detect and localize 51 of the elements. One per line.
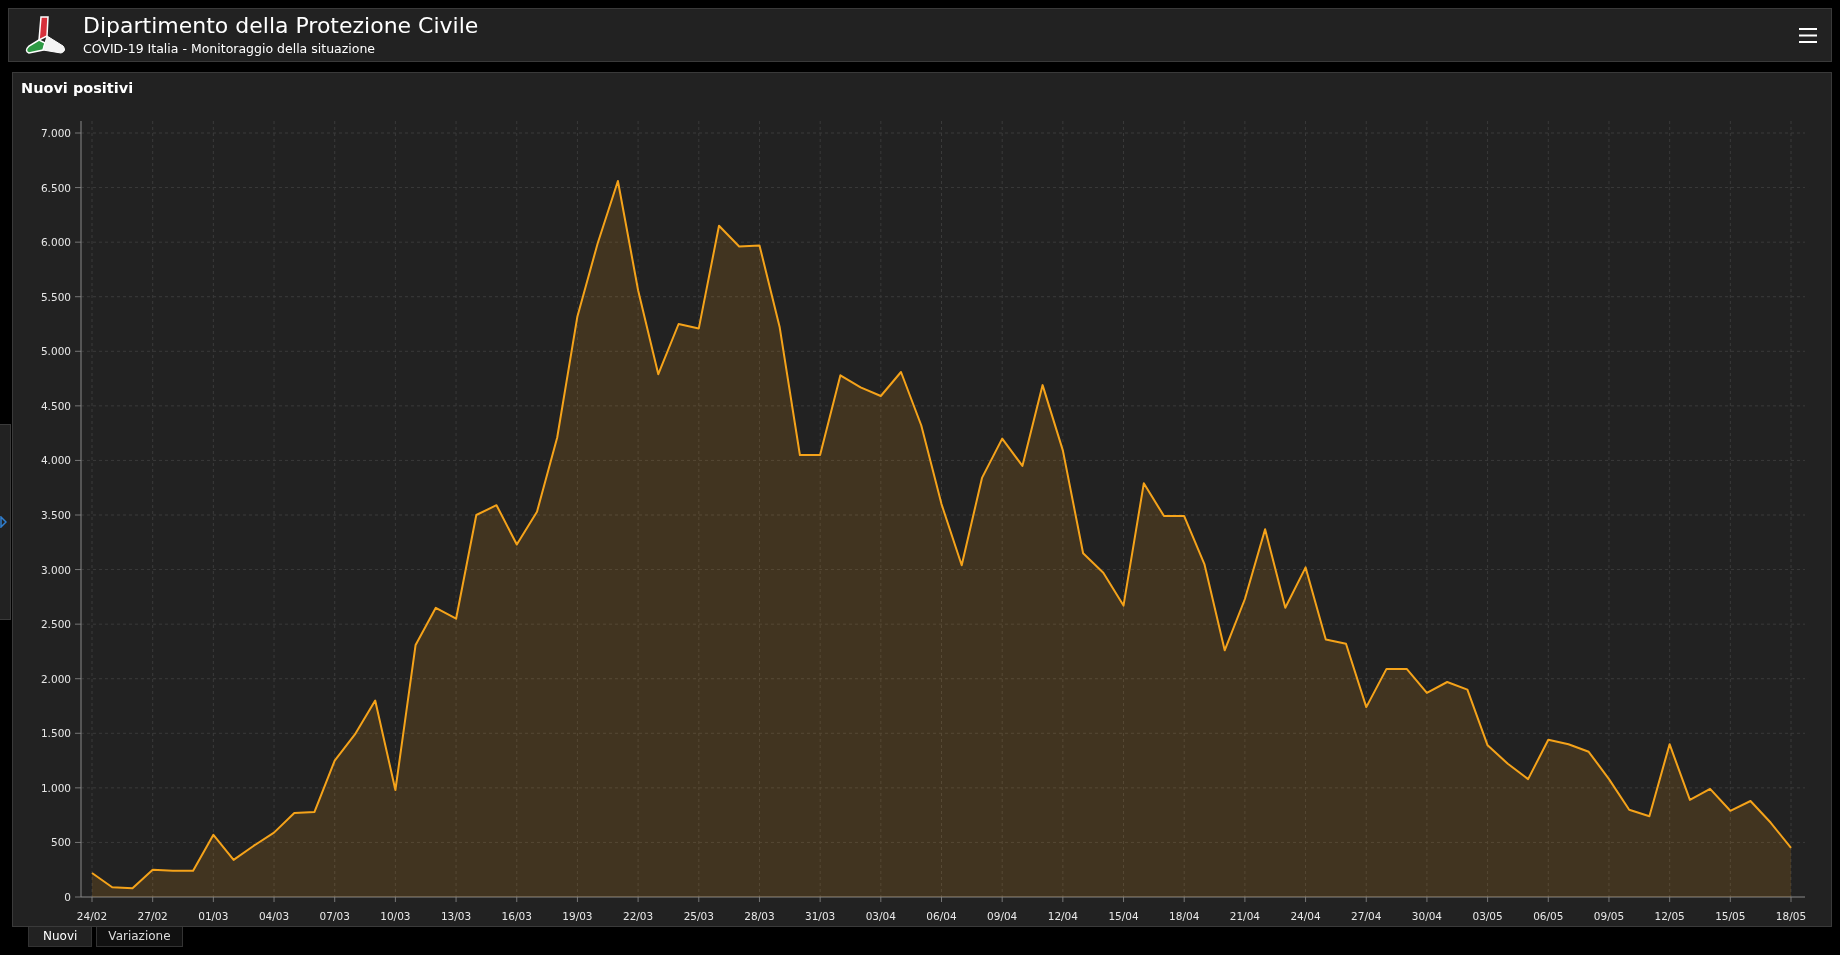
menu-icon[interactable]: [1799, 27, 1817, 43]
axis-label: 06/04: [926, 910, 957, 922]
axis-label: 10/03: [380, 910, 411, 922]
axis-label: 4.000: [40, 454, 71, 467]
axis-label: 18/04: [1169, 910, 1200, 922]
axis-label: 7.000: [40, 127, 71, 139]
axis-label: 12/05: [1654, 910, 1685, 922]
app-subtitle: COVID-19 Italia - Monitoraggio della situazione: [83, 41, 377, 57]
axis-label: 09/04: [987, 910, 1018, 922]
axis-label: 09/05: [1593, 910, 1625, 922]
axis-label: 30/04: [1411, 910, 1443, 922]
axis-label: 03/04: [865, 910, 896, 922]
axis-label: 25/03: [683, 910, 714, 922]
axis-label: 21/04: [1229, 910, 1261, 922]
chart-title: Nuovi positivi: [20, 79, 135, 98]
axis-label: 6.500: [40, 181, 71, 194]
axis-label: 15/05: [1715, 910, 1746, 922]
axis-label: 18/05: [1775, 910, 1807, 922]
axis-label: 04/03: [258, 910, 290, 922]
axis-label: 5.000: [40, 345, 71, 358]
axis-label: 13/03: [440, 910, 472, 922]
axis-label: 27/02: [137, 910, 168, 922]
axis-label: 27/04: [1351, 910, 1382, 922]
axis-label: 3.500: [40, 509, 71, 521]
axis-label: 5.500: [40, 290, 71, 303]
axis-label: 2.500: [40, 618, 71, 631]
axis-label: 28/03: [744, 910, 775, 922]
axis-label: 07/03: [319, 910, 350, 922]
axis-label: 24/04: [1290, 910, 1321, 922]
axis-label: 22/03: [622, 910, 654, 922]
axis-label: 3.000: [40, 563, 71, 576]
axis-label: 24/02: [76, 910, 108, 922]
axis-label: 16/03: [501, 910, 532, 922]
axis-label: 1.500: [40, 727, 71, 740]
axis-label: 4.500: [40, 399, 71, 412]
axis-label: 0: [64, 891, 71, 903]
axis-label: 31/03: [805, 910, 836, 922]
axis-label: 1.000: [40, 781, 71, 794]
axis-label: 03/05: [1472, 910, 1503, 922]
axis-label: 01/03: [198, 910, 229, 922]
axis-label: 15/04: [1108, 910, 1139, 922]
axis-label: 19/03: [562, 910, 593, 922]
axis-label: 06/05: [1533, 910, 1564, 922]
expand-arrow-icon[interactable]: [0, 516, 7, 528]
tab[interactable]: Nuovi: [28, 927, 93, 947]
axis-label: 12/04: [1047, 910, 1078, 922]
axis-label: 6.000: [40, 236, 71, 249]
axis-label: 500: [50, 836, 71, 849]
axis-label: 2.000: [40, 672, 71, 685]
tab[interactable]: Variazione: [96, 927, 183, 947]
app-title: Dipartimento della Protezione Civile: [83, 13, 480, 39]
